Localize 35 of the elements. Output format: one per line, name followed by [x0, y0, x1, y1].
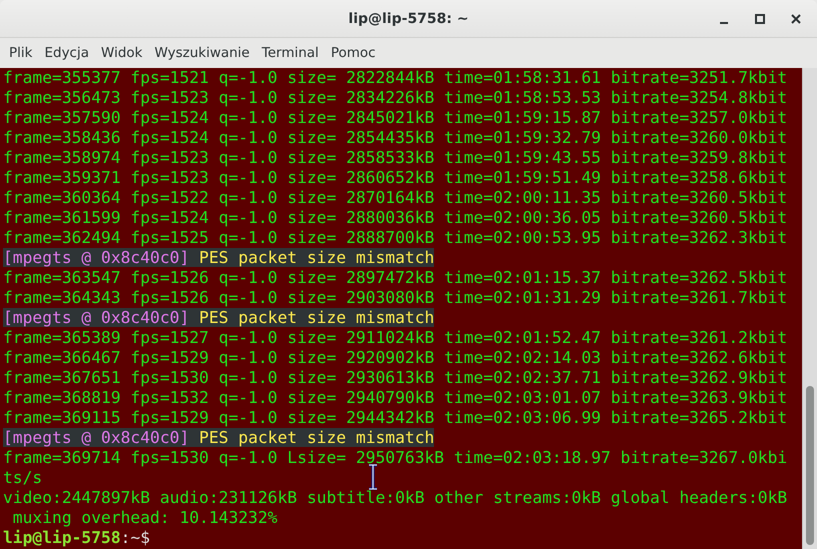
- scroll-thumb[interactable]: [806, 386, 814, 545]
- terminal-line: ts/s: [3, 468, 42, 487]
- minimize-icon: [720, 22, 728, 24]
- terminal-line: frame=356473 fps=1523 q=-1.0 size= 2834226kB time=01:58:53.53 bitrate=3254.8kbit: [3, 88, 788, 107]
- terminal-line: frame=361599 fps=1524 q=-1.0 size= 2880036kB time=02:00:36.05 bitrate=3260.5kbit: [3, 208, 788, 227]
- window-title: lip@lip-5758: ~: [348, 10, 469, 26]
- menu-item[interactable]: Widok: [95, 45, 148, 61]
- maximize-icon: [755, 14, 765, 24]
- terminal-line: video:2447897kB audio:231126kB subtitle:0kB other streams:0kB global headers:0kB: [3, 488, 788, 507]
- menu-item[interactable]: Terminal: [256, 45, 325, 61]
- terminal-line: frame=359371 fps=1523 q=-1.0 size= 2860652kB time=01:59:51.49 bitrate=3258.6kbit: [3, 168, 788, 187]
- terminal-line: frame=367651 fps=1530 q=-1.0 size= 2930613kB time=02:02:37.71 bitrate=3262.9kbit: [3, 368, 788, 387]
- menu-item[interactable]: Wyszukiwanie: [148, 45, 256, 61]
- terminal-line: frame=368819 fps=1532 q=-1.0 size= 2940790kB time=02:03:01.07 bitrate=3263.9kbit: [3, 388, 788, 407]
- prompt-user-host: lip@lip-5758: [3, 528, 121, 547]
- terminal-line: frame=369115 fps=1529 q=-1.0 size= 2944342kB time=02:03:06.99 bitrate=3265.2kbit: [3, 408, 788, 427]
- terminal-line: frame=358974 fps=1523 q=-1.0 size= 2858533kB time=01:59:43.55 bitrate=3259.8kbit: [3, 148, 788, 167]
- menu-item[interactable]: Pomoc: [324, 45, 382, 61]
- terminal-line: frame=362494 fps=1525 q=-1.0 size= 2888700kB time=02:00:53.95 bitrate=3262.3kbit: [3, 228, 788, 247]
- menu-item[interactable]: Plik: [3, 45, 38, 61]
- terminal-line: frame=357590 fps=1524 q=-1.0 size= 2845021kB time=01:59:15.87 bitrate=3257.0kbit: [3, 108, 788, 127]
- terminal-line: frame=364343 fps=1526 q=-1.0 size= 2903080kB time=02:01:31.29 bitrate=3261.7kbit: [3, 288, 788, 307]
- scrollbar[interactable]: [802, 68, 817, 549]
- menu-item[interactable]: Edycja: [38, 45, 96, 61]
- prompt-path: :~$: [120, 528, 150, 547]
- terminal-line: muxing overhead: 10.143232%: [12, 508, 278, 527]
- terminal-line: frame=360364 fps=1522 q=-1.0 size= 2870164kB time=02:00:11.35 bitrate=3260.5kbit: [3, 188, 788, 207]
- terminal-line: frame=363547 fps=1526 q=-1.0 size= 2897472kB time=02:01:15.37 bitrate=3262.5kbit: [3, 268, 788, 287]
- terminal-line: frame=365389 fps=1527 q=-1.0 size= 2911024kB time=02:01:52.47 bitrate=3261.2kbit: [3, 328, 788, 347]
- terminal-line: frame=369714 fps=1530 q=-1.0 Lsize= 2950763kB time=02:03:18.97 bitrate=3267.0kbi: [3, 448, 788, 467]
- terminal-line: frame=366467 fps=1529 q=-1.0 size= 2920902kB time=02:02:14.03 bitrate=3262.6kbit: [3, 348, 788, 367]
- terminal-line: frame=355377 fps=1521 q=-1.0 size= 2822844kB time=01:58:31.61 bitrate=3251.7kbit: [3, 68, 788, 87]
- terminal-line: frame=358436 fps=1524 q=-1.0 size= 2854435kB time=01:59:32.79 bitrate=3260.0kbit: [3, 128, 788, 147]
- text-cursor-icon: [368, 464, 378, 490]
- close-icon: [791, 14, 801, 24]
